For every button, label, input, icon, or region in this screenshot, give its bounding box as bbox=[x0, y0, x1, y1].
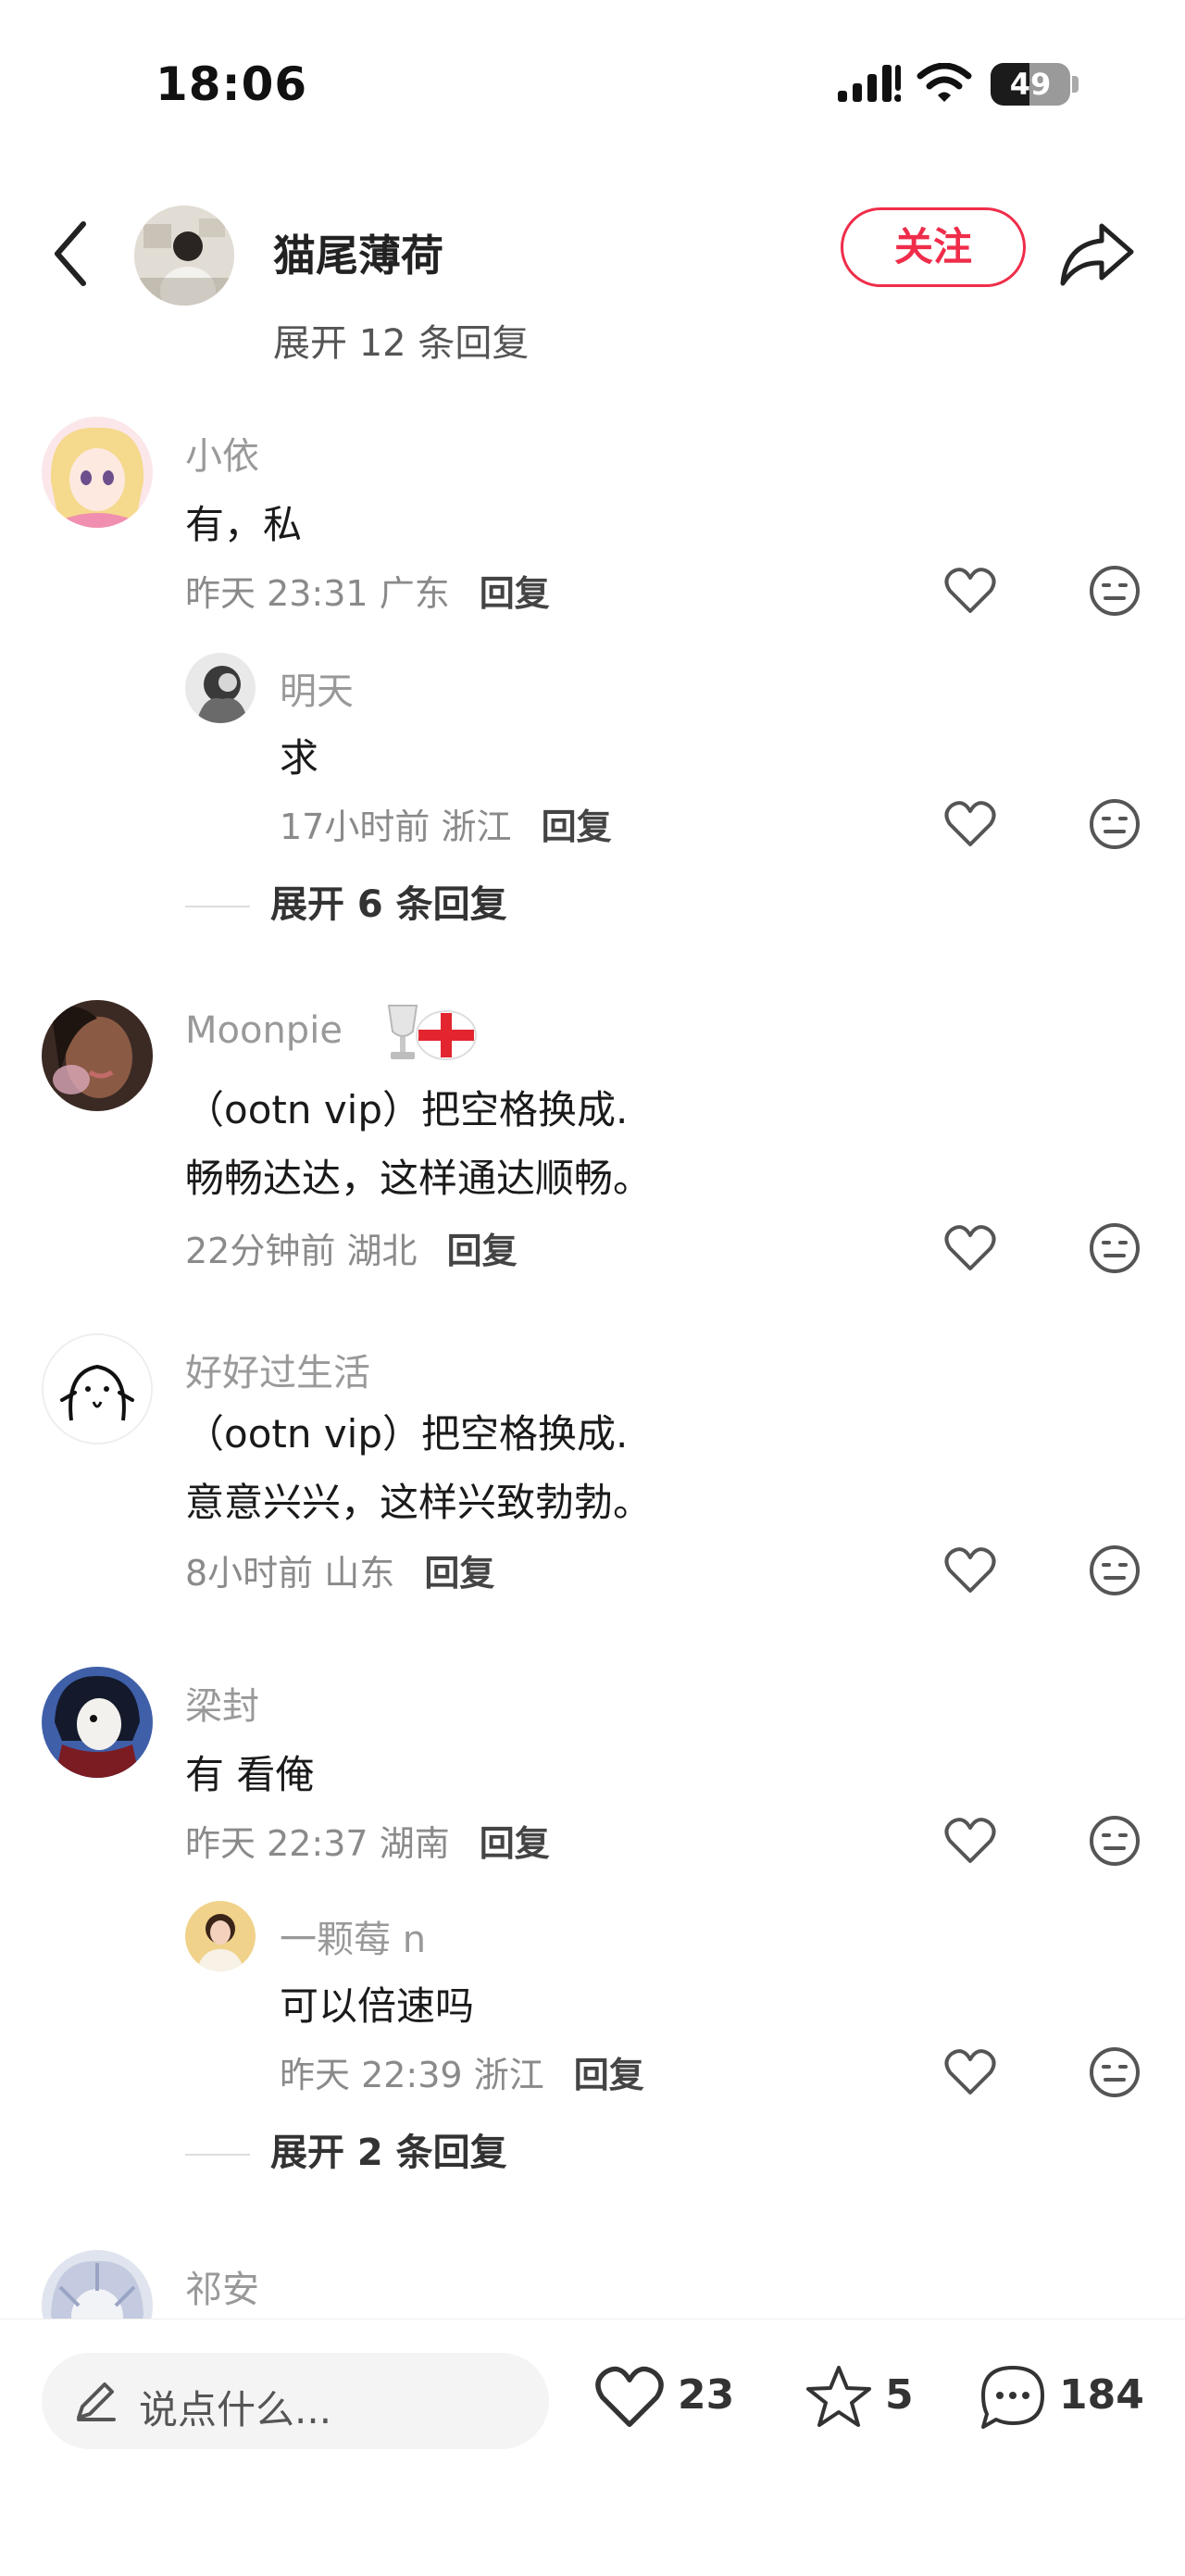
status-bar: 18:06 49 bbox=[0, 0, 1185, 167]
heart-icon[interactable] bbox=[942, 563, 998, 619]
author-avatar[interactable] bbox=[134, 206, 234, 306]
user-avatar[interactable] bbox=[185, 1901, 256, 1971]
heart-icon bbox=[595, 2366, 664, 2427]
divider-line bbox=[185, 2154, 250, 2156]
chevron-left-icon[interactable] bbox=[44, 217, 100, 291]
comment-time: 8小时前 bbox=[185, 1553, 314, 1594]
reply-button[interactable]: 回复 bbox=[480, 573, 550, 614]
neutral-face-icon[interactable] bbox=[1087, 1220, 1142, 1276]
user-avatar[interactable] bbox=[185, 653, 256, 723]
comment-username[interactable]: 小依 bbox=[185, 426, 259, 480]
user-avatar[interactable] bbox=[42, 1000, 153, 1111]
follow-button[interactable]: 关注 bbox=[841, 207, 1026, 287]
comment-username[interactable]: 祁安 bbox=[185, 2259, 259, 2313]
comment-time: 昨天 22:37 bbox=[185, 1823, 368, 1864]
neutral-face-icon[interactable] bbox=[1087, 796, 1142, 852]
comment-location: 湖北 bbox=[346, 1231, 418, 1271]
comment-username[interactable]: 好好过生活 bbox=[185, 1343, 370, 1396]
favorite-count: 5 bbox=[885, 2371, 914, 2419]
like-button[interactable]: 23 bbox=[592, 2360, 741, 2434]
chat-bubble-icon bbox=[981, 2366, 1044, 2429]
pencil-icon bbox=[77, 2382, 116, 2421]
expand-replies-label: 展开 2 条回复 bbox=[270, 2132, 507, 2174]
comment-text: 有，私 bbox=[185, 502, 303, 547]
reply-button[interactable]: 回复 bbox=[542, 807, 612, 847]
reply-location: 浙江 bbox=[473, 2055, 544, 2095]
reply-button[interactable]: 回复 bbox=[480, 1823, 550, 1864]
neutral-face-icon[interactable] bbox=[1087, 563, 1142, 619]
share-arrow-icon[interactable] bbox=[1055, 213, 1139, 296]
reply-time: 17小时前 bbox=[280, 807, 430, 847]
england-flag-icon bbox=[416, 1010, 477, 1060]
user-avatar[interactable] bbox=[42, 417, 153, 528]
reply-meta: 昨天 22:39 浙江 回复 bbox=[280, 2046, 644, 2097]
like-count: 23 bbox=[678, 2371, 735, 2419]
neutral-face-icon[interactable] bbox=[1087, 1813, 1142, 1869]
comment-location: 山东 bbox=[324, 1553, 395, 1594]
bottom-action-bar: 说点什么... 23 5 184 bbox=[0, 2319, 1185, 2576]
cellular-signal-icon bbox=[838, 65, 901, 102]
author-name[interactable]: 猫尾薄荷 bbox=[273, 222, 443, 283]
comment-time: 昨天 23:31 bbox=[185, 573, 368, 614]
battery-tip bbox=[1072, 76, 1079, 93]
neutral-face-icon[interactable] bbox=[1087, 2045, 1142, 2100]
reply-button[interactable]: 回复 bbox=[574, 2055, 644, 2095]
status-time: 18:06 bbox=[156, 57, 308, 111]
comment-meta: 8小时前 山东 回复 bbox=[185, 1544, 494, 1595]
comment-meta: 22分钟前 湖北 回复 bbox=[185, 1222, 518, 1273]
user-avatar[interactable] bbox=[42, 1667, 153, 1778]
reply-username[interactable]: 明天 bbox=[280, 661, 354, 715]
battery-level: 49 bbox=[1009, 67, 1052, 102]
comment-meta: 昨天 23:31 广东 回复 bbox=[185, 565, 550, 616]
star-icon bbox=[806, 2366, 871, 2427]
comment-input[interactable]: 说点什么... bbox=[42, 2353, 549, 2449]
comment-button[interactable]: 184 bbox=[976, 2360, 1161, 2434]
comment-text-line-1: （ootn vip）把空格换成. bbox=[185, 1411, 629, 1457]
comment-input-placeholder: 说点什么... bbox=[139, 2387, 332, 2432]
expand-replies-button[interactable]: 展开 6 条回复 bbox=[185, 874, 507, 928]
reply-button[interactable]: 回复 bbox=[424, 1553, 494, 1594]
user-avatar[interactable] bbox=[42, 1333, 153, 1444]
note-header: 猫尾薄荷 关注 bbox=[0, 185, 1185, 324]
comment-text-line-2: 意意兴兴，这样兴致勃勃。 bbox=[185, 1480, 653, 1525]
comment-text-line-1: （ootn vip）把空格换成. bbox=[185, 1087, 629, 1132]
expand-replies-button[interactable]: 展开 2 条回复 bbox=[185, 2122, 507, 2176]
comment-location: 湖南 bbox=[379, 1823, 450, 1864]
heart-icon[interactable] bbox=[942, 2045, 998, 2100]
expand-replies-label: 展开 6 条回复 bbox=[270, 883, 507, 926]
comment-username[interactable]: 梁封 bbox=[185, 1676, 259, 1730]
wifi-icon bbox=[917, 63, 972, 102]
comment-location: 广东 bbox=[379, 573, 450, 614]
comment-username[interactable]: Moonpie bbox=[185, 1009, 343, 1052]
heart-icon[interactable] bbox=[942, 1543, 998, 1598]
divider-line bbox=[185, 906, 250, 907]
battery-icon: 49 bbox=[991, 63, 1070, 106]
comment-count: 184 bbox=[1059, 2371, 1144, 2419]
reply-button[interactable]: 回复 bbox=[447, 1231, 518, 1271]
reply-username[interactable]: 一颗莓 n bbox=[280, 1909, 426, 1963]
reply-text: 可以倍速吗 bbox=[280, 1983, 475, 2029]
heart-icon[interactable] bbox=[942, 1220, 998, 1276]
comment-text: 有 看俺 bbox=[185, 1752, 315, 1797]
reply-time: 昨天 22:39 bbox=[280, 2055, 463, 2095]
reply-text: 求 bbox=[280, 735, 319, 781]
heart-icon[interactable] bbox=[942, 1813, 998, 1869]
comment-text-line-2: 畅畅达达，这样通达顺畅。 bbox=[185, 1156, 653, 1201]
reply-location: 浙江 bbox=[441, 807, 512, 847]
favorite-button[interactable]: 5 bbox=[802, 2360, 922, 2434]
neutral-face-icon[interactable] bbox=[1087, 1543, 1142, 1598]
reply-meta: 17小时前 浙江 回复 bbox=[280, 798, 612, 849]
comment-meta: 昨天 22:37 湖南 回复 bbox=[185, 1815, 550, 1866]
comment-time: 22分钟前 bbox=[185, 1231, 336, 1271]
heart-icon[interactable] bbox=[942, 796, 998, 852]
